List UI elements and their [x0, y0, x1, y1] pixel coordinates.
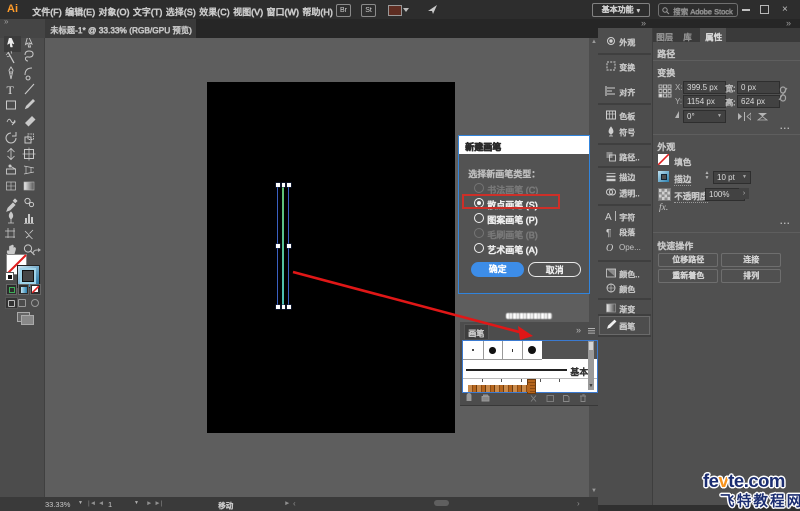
svg-text:¶: ¶ [606, 228, 611, 239]
svg-text:T: T [7, 83, 15, 97]
svg-text:A: A [605, 212, 612, 223]
svg-text:O: O [606, 243, 613, 254]
